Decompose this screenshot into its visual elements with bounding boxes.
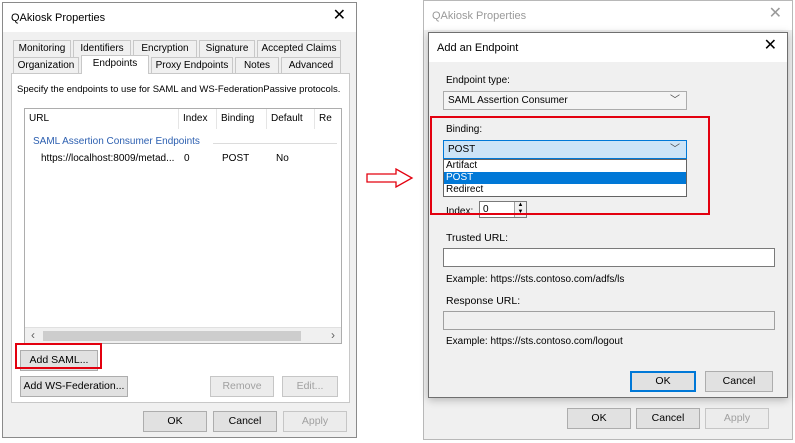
left-cancel-button[interactable]: Cancel (213, 411, 277, 432)
add-endpoint-dialog: Add an Endpoint ✕ Endpoint type: SAML As… (428, 32, 788, 398)
dialog-ok-button[interactable]: OK (630, 371, 696, 392)
tab-signature[interactable]: Signature (199, 40, 255, 57)
scroll-right-icon[interactable]: › (325, 328, 341, 344)
remove-button[interactable]: Remove (210, 376, 274, 397)
scroll-left-icon[interactable]: ‹ (25, 328, 41, 344)
chevron-down-icon: ﹀ (670, 144, 680, 155)
binding-option-artifact[interactable]: Artifact (444, 160, 686, 172)
endpoint-type-select[interactable]: SAML Assertion Consumer ﹀ (443, 91, 687, 110)
tab-notes[interactable]: Notes (235, 57, 279, 74)
trusted-url-input[interactable] (443, 248, 775, 267)
trusted-url-label: Trusted URL: (446, 232, 509, 244)
dialog-cancel-button[interactable]: Cancel (705, 371, 773, 392)
trusted-url-example: Example: https://sts.contoso.com/adfs/ls (446, 274, 625, 285)
spinner-arrows-icon[interactable]: ▲ ▼ (514, 202, 526, 217)
left-window-title: QAkiosk Properties (11, 12, 106, 24)
tab-proxy-endpoints[interactable]: Proxy Endpoints (151, 57, 233, 74)
binding-option-post[interactable]: POST (444, 172, 686, 184)
endpoints-list[interactable]: URL Index Binding Default Re SAML Assert… (24, 108, 342, 344)
left-titlebar: QAkiosk Properties ✕ (3, 3, 356, 32)
close-icon[interactable]: ✕ (333, 7, 346, 25)
row-index: 0 (184, 153, 190, 164)
dialog-title: Add an Endpoint (437, 42, 519, 54)
row-default: No (276, 153, 289, 164)
right-titlebar: QAkiosk Properties ✕ (424, 1, 792, 30)
group-label-saml-assertion: SAML Assertion Consumer Endpoints (33, 136, 200, 147)
scrollbar-thumb[interactable] (43, 331, 301, 341)
add-ws-federation-button[interactable]: Add WS-Federation... (20, 376, 128, 397)
right-apply-button[interactable]: Apply (705, 408, 769, 429)
column-header-re[interactable]: Re (315, 109, 343, 129)
index-value: 0 (483, 204, 489, 215)
left-properties-window: QAkiosk Properties ✕ Monitoring Identifi… (2, 2, 357, 438)
response-url-input[interactable] (443, 311, 775, 330)
left-ok-button[interactable]: OK (143, 411, 207, 432)
group-divider (213, 143, 337, 144)
endpoints-description: Specify the endpoints to use for SAML an… (17, 84, 341, 95)
response-url-label: Response URL: (446, 295, 521, 307)
binding-label: Binding: (446, 124, 483, 135)
index-spinner[interactable]: 0 ▲ ▼ (479, 201, 527, 218)
endpoint-type-label: Endpoint type: (446, 75, 510, 86)
edit-button[interactable]: Edit... (282, 376, 338, 397)
column-header-index[interactable]: Index (179, 109, 217, 129)
table-row[interactable]: https://localhost:8009/metad... 0 POST N… (25, 151, 341, 167)
column-header-default[interactable]: Default (267, 109, 315, 129)
tab-endpoints[interactable]: Endpoints (81, 55, 149, 74)
column-header-url[interactable]: URL (25, 109, 179, 129)
row-url: https://localhost:8009/metad... (41, 153, 175, 164)
tab-advanced[interactable]: Advanced (281, 57, 341, 74)
right-arrow-icon (366, 168, 414, 188)
right-ok-button[interactable]: OK (567, 408, 631, 429)
index-label: Index: (446, 206, 474, 217)
horizontal-scrollbar[interactable]: ‹ › (25, 327, 341, 343)
close-icon[interactable]: ✕ (769, 5, 782, 23)
column-header-binding[interactable]: Binding (217, 109, 267, 129)
right-cancel-button[interactable]: Cancel (636, 408, 700, 429)
binding-value: POST (448, 144, 476, 155)
tab-monitoring[interactable]: Monitoring (13, 40, 71, 57)
right-window-title: QAkiosk Properties (432, 10, 527, 22)
binding-option-redirect[interactable]: Redirect (444, 184, 686, 196)
close-icon[interactable]: ✕ (764, 37, 777, 55)
endpoint-type-value: SAML Assertion Consumer (448, 95, 568, 106)
chevron-down-icon: ﹀ (670, 95, 680, 106)
response-url-example: Example: https://sts.contoso.com/logout (446, 336, 623, 347)
row-binding: POST (222, 153, 250, 164)
add-saml-button[interactable]: Add SAML... (20, 350, 98, 371)
dialog-titlebar: Add an Endpoint ✕ (429, 33, 787, 62)
endpoints-tab-panel: Specify the endpoints to use for SAML an… (11, 73, 350, 403)
tab-accepted-claims[interactable]: Accepted Claims (257, 40, 341, 57)
left-apply-button[interactable]: Apply (283, 411, 347, 432)
binding-dropdown-list[interactable]: Artifact POST Redirect (443, 159, 687, 197)
tab-organization[interactable]: Organization (13, 57, 79, 74)
binding-select[interactable]: POST ﹀ (443, 140, 687, 159)
